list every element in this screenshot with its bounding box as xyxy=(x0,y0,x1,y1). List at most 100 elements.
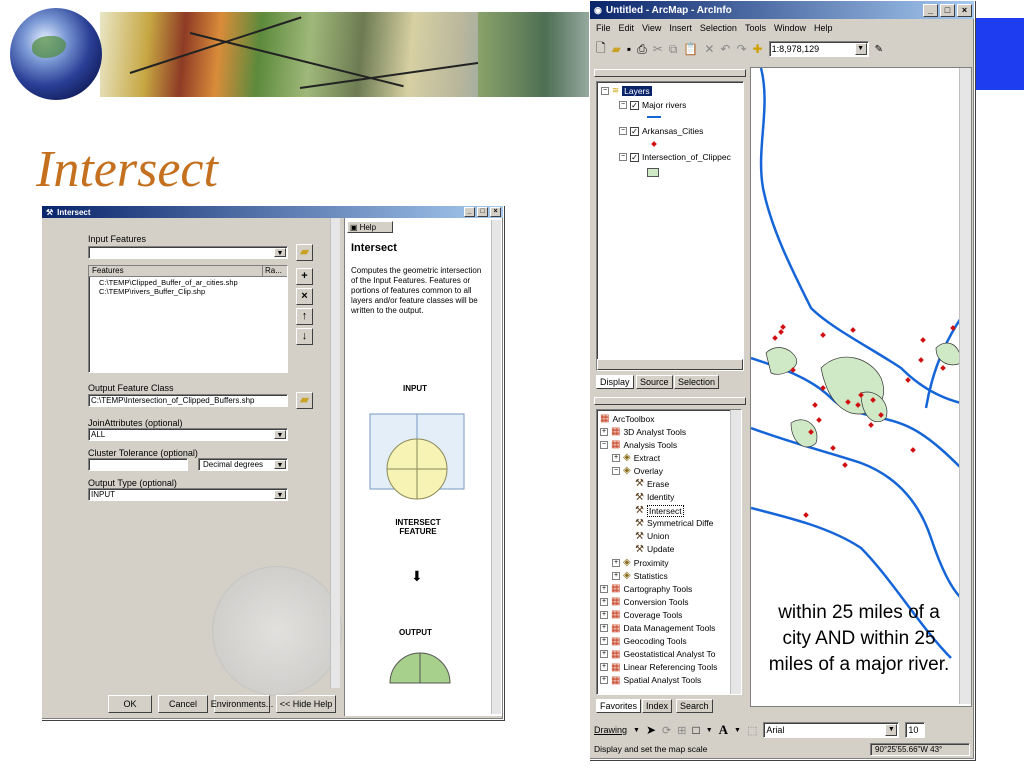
chevron-down-icon[interactable]: ▼ xyxy=(274,460,286,469)
help-scrollbar[interactable] xyxy=(491,220,501,714)
browse-folder-button[interactable]: ▰ xyxy=(296,244,313,261)
hide-help-button[interactable]: << Hide Help xyxy=(276,695,336,713)
toolbox-item[interactable]: ⚒ Union xyxy=(624,531,669,542)
collapse-icon[interactable]: − xyxy=(612,466,620,475)
toolbox-item[interactable]: ⚒ Symmetrical Diffe xyxy=(624,518,713,529)
toolbox-item[interactable]: + ▦ Data Management Tools xyxy=(600,623,715,634)
layer-intersection[interactable]: − ✓ Intersection_of_Clippec xyxy=(619,152,731,162)
cluster-tolerance-input[interactable] xyxy=(88,458,188,471)
chevron-down-icon[interactable]: ▼ xyxy=(706,727,713,734)
tab-source[interactable]: Source xyxy=(636,375,673,389)
menu-selection[interactable]: Selection xyxy=(700,23,737,33)
table-of-contents[interactable]: − ≋ Layers − ✓ Major rivers − ✓ Arkansas… xyxy=(596,81,744,371)
menu-help[interactable]: Help xyxy=(814,23,833,33)
copy-icon[interactable]: ⧉ xyxy=(669,42,678,57)
minimize-button[interactable]: _ xyxy=(923,3,938,17)
features-column-header[interactable]: Features xyxy=(89,266,263,277)
undo-icon[interactable]: ↶ xyxy=(720,42,730,56)
edit-vertices-icon[interactable]: ⬚ xyxy=(747,724,757,737)
text-tool-icon[interactable]: A xyxy=(719,722,728,738)
expand-icon[interactable]: + xyxy=(600,676,608,685)
chevron-down-icon[interactable]: ▼ xyxy=(885,724,898,736)
expand-icon[interactable]: + xyxy=(612,571,620,580)
toolbox-item[interactable]: + ▦ Conversion Tools xyxy=(600,596,689,607)
paste-icon[interactable]: 📋 xyxy=(683,42,698,56)
toolbox-item[interactable]: + ▦ Geostatistical Analyst To xyxy=(600,649,715,660)
map-scale-combo[interactable]: 1:8,978,129 ▼ xyxy=(768,41,869,57)
input-features-combo[interactable]: ▼ xyxy=(88,246,288,259)
chevron-down-icon[interactable]: ▼ xyxy=(734,727,741,734)
output-type-select[interactable]: INPUT ▼ xyxy=(88,488,288,501)
move-down-button[interactable]: ↓ xyxy=(296,328,313,345)
toolbox-item[interactable]: + ▦ Cartography Tools xyxy=(600,583,692,594)
toolbox-item[interactable]: + ▦ Linear Referencing Tools xyxy=(600,662,717,673)
tab-index[interactable]: Index xyxy=(642,699,673,713)
tab-display[interactable]: Display xyxy=(596,375,634,389)
collapse-icon[interactable]: − xyxy=(619,101,627,109)
toolbox-item[interactable]: + ▦ Coverage Tools xyxy=(600,609,682,620)
collapse-icon[interactable]: − xyxy=(619,153,627,161)
dialog-scrollbar[interactable] xyxy=(330,218,340,688)
chevron-down-icon[interactable]: ▼ xyxy=(274,430,286,439)
expand-icon[interactable]: + xyxy=(612,453,620,462)
new-document-icon[interactable]: 🗋 xyxy=(596,39,606,60)
help-tab[interactable]: ▣ Help xyxy=(347,221,393,233)
visibility-checkbox[interactable]: ✓ xyxy=(630,126,639,136)
menu-edit[interactable]: Edit xyxy=(619,23,635,33)
tab-selection[interactable]: Selection xyxy=(674,375,720,389)
chevron-down-icon[interactable]: ▼ xyxy=(854,43,867,55)
expand-icon[interactable]: + xyxy=(600,427,608,436)
rotate-icon[interactable]: ⟳ xyxy=(662,724,671,737)
menu-tools[interactable]: Tools xyxy=(745,23,766,33)
arctoolbox-tree[interactable]: ▦ ArcToolbox + ▦ 3D Analyst Tools − ▦ Analysi… xyxy=(596,409,742,695)
toolbox-item[interactable]: + ◈ Statistics xyxy=(612,570,668,581)
expand-icon[interactable]: + xyxy=(612,558,620,567)
browse-output-button[interactable]: ▰ xyxy=(296,392,313,409)
select-arrow-icon[interactable]: ➤ xyxy=(646,723,656,737)
cut-icon[interactable]: ✂ xyxy=(653,42,663,56)
arctoolbox-root[interactable]: ▦ ArcToolbox xyxy=(600,413,655,424)
drawing-menu[interactable]: Drawing xyxy=(594,725,627,735)
toolbox-item[interactable]: ⚒ Identity xyxy=(624,492,674,503)
expand-icon[interactable]: + xyxy=(600,663,608,672)
save-icon[interactable]: ▪ xyxy=(627,42,631,56)
table-row[interactable]: C:\TEMP\Clipped_Buffer_of_ar_cities.shp xyxy=(99,278,238,287)
toolbox-item[interactable]: + ◈ Proximity xyxy=(612,557,669,568)
collapse-icon[interactable]: − xyxy=(601,86,609,95)
cluster-units-select[interactable]: Decimal degrees ▼ xyxy=(198,458,288,471)
tab-favorites[interactable]: Favorites xyxy=(596,699,642,713)
minimize-button[interactable]: _ xyxy=(464,207,475,217)
join-attributes-select[interactable]: ALL ▼ xyxy=(88,428,288,441)
close-button[interactable]: × xyxy=(490,207,501,217)
expand-icon[interactable]: + xyxy=(600,610,608,619)
close-button[interactable]: × xyxy=(957,3,972,17)
toolbox-item[interactable]: ⚒ Intersect xyxy=(624,504,684,517)
editor-icon[interactable]: ✎ xyxy=(875,44,883,55)
visibility-checkbox[interactable]: ✓ xyxy=(630,100,639,110)
expand-icon[interactable]: + xyxy=(600,624,608,632)
print-icon[interactable]: ⎙ xyxy=(637,42,647,57)
toc-horizontal-scrollbar[interactable] xyxy=(597,359,743,370)
add-row-button[interactable]: + xyxy=(296,268,313,285)
expand-icon[interactable]: + xyxy=(600,637,608,646)
toolbox-item[interactable]: ⚒ Update xyxy=(624,544,674,555)
tab-search[interactable]: Search xyxy=(676,699,713,713)
menu-window[interactable]: Window xyxy=(774,23,806,33)
toolbox-item[interactable]: + ▦ Geocoding Tools xyxy=(600,636,687,647)
zoom-to-selected-icon[interactable]: ⊞ xyxy=(677,724,686,737)
open-folder-icon[interactable]: ▰ xyxy=(612,42,621,56)
layers-node[interactable]: − ≋ Layers xyxy=(601,85,652,96)
menu-insert[interactable]: Insert xyxy=(669,23,692,33)
remove-row-button[interactable]: × xyxy=(296,288,313,305)
visibility-checkbox[interactable]: ✓ xyxy=(630,152,639,162)
rectangle-icon[interactable]: □ xyxy=(692,723,699,737)
toolbox-scrollbar[interactable] xyxy=(730,410,741,694)
maximize-button[interactable]: □ xyxy=(477,207,488,217)
toolbox-item[interactable]: + ◈ Extract xyxy=(612,452,660,463)
menu-view[interactable]: View xyxy=(642,23,661,33)
maximize-button[interactable]: □ xyxy=(940,3,955,17)
cancel-button[interactable]: Cancel xyxy=(158,695,208,713)
expand-icon[interactable]: + xyxy=(600,584,608,593)
table-row[interactable]: C:\TEMP\rivers_Buffer_Clip.shp xyxy=(99,287,205,296)
toolbox-item[interactable]: ⚒ Erase xyxy=(624,478,669,489)
